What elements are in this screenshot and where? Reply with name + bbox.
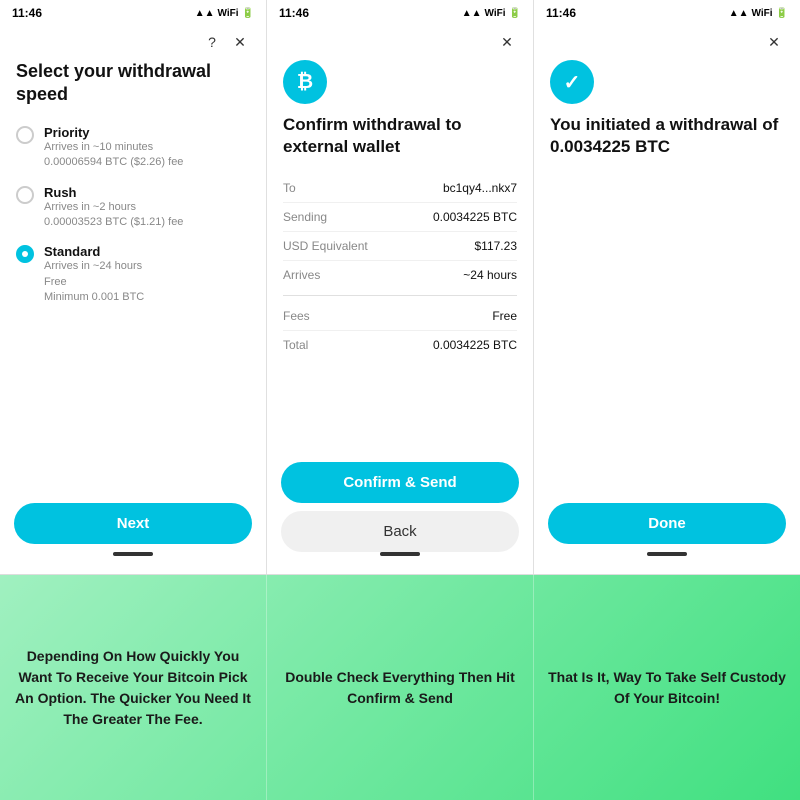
close-icon-2[interactable]: ✕ (497, 32, 517, 52)
signal-icon-2: ▲▲ (462, 8, 482, 19)
detail-sending: Sending 0.0034225 BTC (283, 203, 517, 232)
wifi-icon-3: WiFi (752, 8, 773, 19)
close-icon-1[interactable]: ✕ (230, 32, 250, 52)
screen2-header: ✕ (283, 32, 517, 52)
screen2-footer: Confirm & Send Back (267, 454, 533, 574)
radio-standard[interactable] (16, 245, 34, 263)
signal-icon-3: ▲▲ (729, 8, 749, 19)
home-indicator-3 (647, 552, 687, 556)
option-standard[interactable]: Standard Arrives in ~24 hours Free Minim… (16, 244, 250, 305)
detail-label-usd: USD Equivalent (283, 239, 368, 253)
detail-to: To bc1qy4...nkx7 (283, 174, 517, 203)
caption-text-1: Depending On How Quickly You Want To Rec… (12, 646, 254, 730)
detail-value-fees: Free (492, 309, 517, 323)
screen3-footer: Done (534, 495, 800, 574)
fees-list: Fees Free Total 0.0034225 BTC (283, 302, 517, 359)
battery-icon: 🔋 (242, 8, 254, 19)
standard-desc2: Free (44, 275, 144, 290)
standard-label: Standard (44, 244, 144, 259)
close-icon-3[interactable]: ✕ (764, 32, 784, 52)
done-button[interactable]: Done (548, 503, 786, 544)
rush-desc1: Arrives in ~2 hours (44, 200, 183, 215)
screen1-footer: Next (0, 495, 266, 574)
priority-label: Priority (44, 125, 183, 140)
priority-desc2: 0.00006594 BTC ($2.26) fee (44, 155, 183, 170)
screen-confirm: 11:46 ▲▲ WiFi 🔋 ✕ ₿ Confirm withdrawal t… (267, 0, 534, 574)
status-time-3: 11:46 (546, 6, 576, 20)
fees-divider (283, 295, 517, 296)
detail-label-to: To (283, 181, 296, 195)
detail-arrives: Arrives ~24 hours (283, 261, 517, 289)
rush-label: Rush (44, 185, 183, 200)
option-priority[interactable]: Priority Arrives in ~10 minutes 0.000065… (16, 125, 250, 171)
status-time-2: 11:46 (279, 6, 309, 20)
status-time-1: 11:46 (12, 6, 42, 20)
screen3-header: ✕ (550, 32, 784, 52)
captions-container: Depending On How Quickly You Want To Rec… (0, 575, 800, 800)
detail-usd: USD Equivalent $117.23 (283, 232, 517, 261)
caption-text-2: Double Check Everything Then Hit Confirm… (279, 667, 521, 709)
confirm-send-button[interactable]: Confirm & Send (281, 462, 519, 503)
caption-text-3: That Is It, Way To Take Self Custody Of … (546, 667, 788, 709)
detail-value-sending: 0.0034225 BTC (433, 210, 517, 224)
screens-container: 11:46 ▲▲ WiFi 🔋 ? ✕ Select your withdraw… (0, 0, 800, 575)
detail-label-fees: Fees (283, 309, 310, 323)
home-indicator-1 (113, 552, 153, 556)
caption-cell-2: Double Check Everything Then Hit Confirm… (267, 575, 534, 800)
radio-rush[interactable] (16, 186, 34, 204)
caption-cell-3: That Is It, Way To Take Self Custody Of … (534, 575, 800, 800)
detail-label-total: Total (283, 338, 308, 352)
back-button[interactable]: Back (281, 511, 519, 552)
screen1-header: ? ✕ (16, 32, 250, 52)
status-icons-3: ▲▲ WiFi 🔋 (729, 8, 788, 19)
battery-icon-2: 🔋 (509, 8, 521, 19)
detail-value-arrives: ~24 hours (463, 268, 517, 282)
details-list: To bc1qy4...nkx7 Sending 0.0034225 BTC U… (283, 174, 517, 289)
caption-cell-1: Depending On How Quickly You Want To Rec… (0, 575, 267, 800)
detail-value-usd: $117.23 (475, 239, 518, 253)
success-title: You initiated a withdrawal of 0.0034225 … (550, 114, 784, 158)
wifi-icon-2: WiFi (485, 8, 506, 19)
help-icon[interactable]: ? (202, 32, 222, 52)
home-indicator-2 (380, 552, 420, 556)
battery-icon-3: 🔋 (776, 8, 788, 19)
detail-label-sending: Sending (283, 210, 327, 224)
wifi-icon: WiFi (218, 8, 239, 19)
detail-label-arrives: Arrives (283, 268, 320, 282)
detail-fees: Fees Free (283, 302, 517, 331)
screen1-title: Select your withdrawal speed (16, 60, 250, 107)
detail-value-total: 0.0034225 BTC (433, 338, 517, 352)
status-icons-1: ▲▲ WiFi 🔋 (195, 8, 254, 19)
status-icons-2: ▲▲ WiFi 🔋 (462, 8, 521, 19)
screen-withdrawal-speed: 11:46 ▲▲ WiFi 🔋 ? ✕ Select your withdraw… (0, 0, 267, 574)
screen-success: 11:46 ▲▲ WiFi 🔋 ✕ ✓ You initiated a with… (534, 0, 800, 574)
radio-priority[interactable] (16, 126, 34, 144)
check-icon: ✓ (550, 60, 594, 104)
standard-desc1: Arrives in ~24 hours (44, 259, 144, 274)
confirm-title: Confirm withdrawal to external wallet (283, 114, 517, 158)
rush-desc2: 0.00003523 BTC ($1.21) fee (44, 215, 183, 230)
signal-icon: ▲▲ (195, 8, 215, 19)
option-rush[interactable]: Rush Arrives in ~2 hours 0.00003523 BTC … (16, 185, 250, 231)
standard-desc3: Minimum 0.001 BTC (44, 290, 144, 305)
status-bar-2: 11:46 ▲▲ WiFi 🔋 (267, 0, 533, 24)
status-bar-1: 11:46 ▲▲ WiFi 🔋 (0, 0, 266, 24)
detail-total: Total 0.0034225 BTC (283, 331, 517, 359)
btc-icon: ₿ (283, 60, 327, 104)
next-button[interactable]: Next (14, 503, 252, 544)
status-bar-3: 11:46 ▲▲ WiFi 🔋 (534, 0, 800, 24)
priority-desc1: Arrives in ~10 minutes (44, 140, 183, 155)
detail-value-to: bc1qy4...nkx7 (443, 181, 517, 195)
